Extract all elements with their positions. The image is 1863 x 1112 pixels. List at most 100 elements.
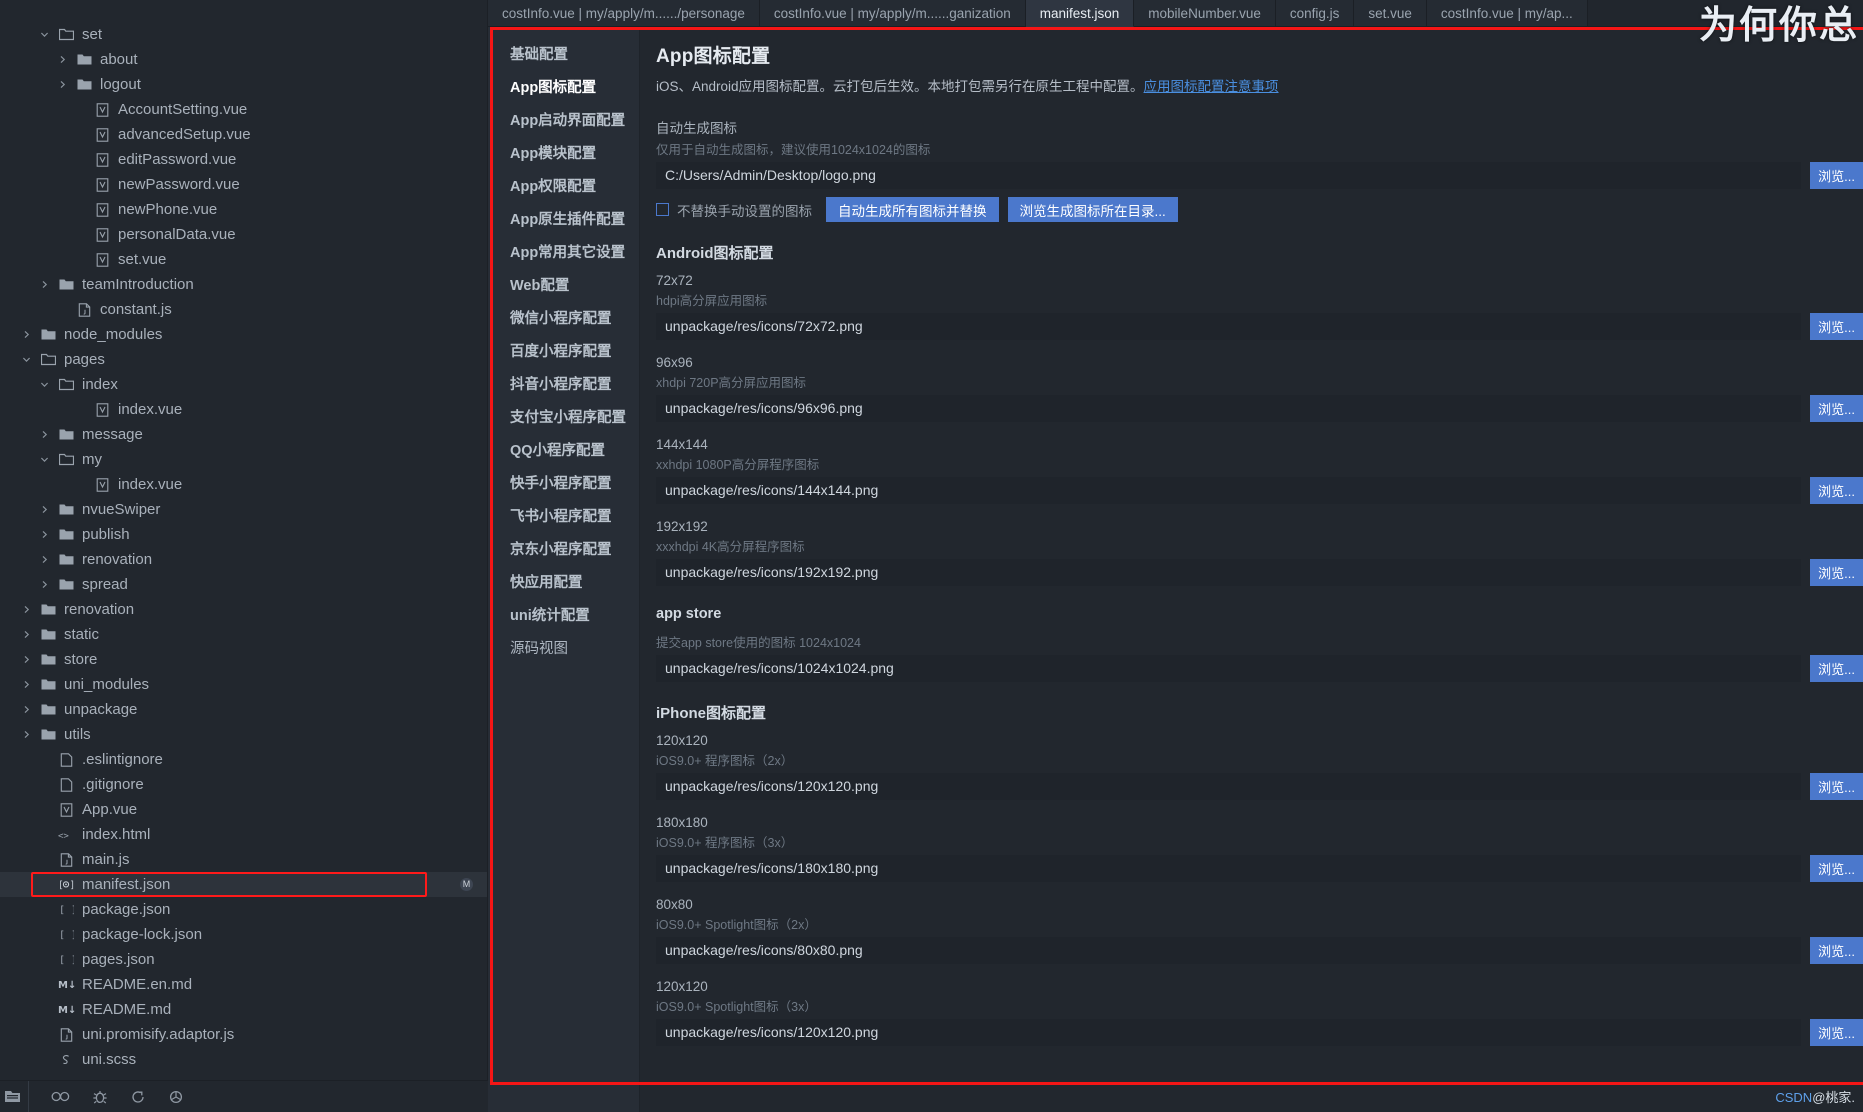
tree-item[interactable]: index.vue <box>0 397 487 422</box>
search-icon[interactable] <box>51 1089 70 1104</box>
debug-icon[interactable] <box>92 1089 108 1105</box>
tree-item[interactable]: [] manifest.json M <box>0 872 487 897</box>
chevron-down-icon[interactable] <box>40 380 56 389</box>
chevron-down-icon[interactable] <box>22 355 38 364</box>
tree-item[interactable]: App.vue <box>0 797 487 822</box>
tree-item[interactable]: main.js <box>0 847 487 872</box>
chevron-right-icon[interactable] <box>22 630 38 639</box>
editor-tab-bar[interactable]: costInfo.vue | my/apply/m....../personag… <box>488 0 1863 27</box>
editor-tab[interactable]: costInfo.vue | my/apply/m....../personag… <box>488 0 760 27</box>
tree-item[interactable]: pages <box>0 347 487 372</box>
tree-item[interactable]: .eslintignore <box>0 747 487 772</box>
icon-browse-button[interactable]: 浏览... <box>1810 559 1863 586</box>
tree-item[interactable]: personalData.vue <box>0 222 487 247</box>
chevron-down-icon[interactable] <box>40 30 56 39</box>
open-icons-directory-button[interactable]: 浏览生成图标所在目录... <box>1007 197 1178 222</box>
auto-generate-browse-button[interactable]: 浏览... <box>1810 162 1863 189</box>
tree-item[interactable]: store <box>0 647 487 672</box>
chevron-right-icon[interactable] <box>40 505 56 514</box>
icon-path-input[interactable] <box>656 1019 1802 1046</box>
share-icon[interactable] <box>130 1089 146 1105</box>
explorer-icon[interactable] <box>0 1089 24 1104</box>
chevron-right-icon[interactable] <box>40 280 56 289</box>
editor-tab[interactable]: manifest.json <box>1025 0 1135 27</box>
manifest-nav-item[interactable]: 抖音小程序配置 <box>488 367 639 400</box>
manifest-nav-item[interactable]: 基础配置 <box>488 37 639 70</box>
editor-tab[interactable]: costInfo.vue | my/apply/m......ganizatio… <box>759 0 1026 27</box>
icon-browse-button[interactable]: 浏览... <box>1810 313 1863 340</box>
icon-browse-button[interactable]: 浏览... <box>1810 655 1863 682</box>
auto-generate-source-input[interactable] <box>656 162 1802 189</box>
manifest-nav-item[interactable]: 百度小程序配置 <box>488 334 639 367</box>
chevron-right-icon[interactable] <box>22 705 38 714</box>
chevron-right-icon[interactable] <box>40 580 56 589</box>
manifest-nav-item[interactable]: App图标配置 <box>488 70 639 103</box>
icon-path-input[interactable] <box>656 477 1802 504</box>
chevron-right-icon[interactable] <box>40 430 56 439</box>
chevron-right-icon[interactable] <box>22 680 38 689</box>
chevron-right-icon[interactable] <box>22 330 38 339</box>
tree-item[interactable]: constant.js <box>0 297 487 322</box>
tree-item[interactable]: M↓ README.en.md <box>0 972 487 997</box>
chevron-right-icon[interactable] <box>58 80 74 89</box>
tree-item[interactable]: message <box>0 422 487 447</box>
editor-tab[interactable]: set.vue <box>1354 0 1427 27</box>
icon-browse-button[interactable]: 浏览... <box>1810 477 1863 504</box>
tree-item[interactable]: about <box>0 47 487 72</box>
manifest-nav-item[interactable]: 支付宝小程序配置 <box>488 400 639 433</box>
manifest-nav-item[interactable]: 京东小程序配置 <box>488 532 639 565</box>
generate-all-icons-button[interactable]: 自动生成所有图标并替换 <box>826 197 999 222</box>
manifest-nav-item[interactable]: 飞书小程序配置 <box>488 499 639 532</box>
manifest-nav-item[interactable]: QQ小程序配置 <box>488 433 639 466</box>
tree-item[interactable]: static <box>0 622 487 647</box>
icon-path-input[interactable] <box>656 855 1802 882</box>
manifest-nav-item[interactable]: App常用其它设置 <box>488 235 639 268</box>
icon-browse-button[interactable]: 浏览... <box>1810 773 1863 800</box>
keep-manual-icons-checkbox-wrap[interactable]: 不替换手动设置的图标 <box>656 200 812 220</box>
editor-tab[interactable]: config.js <box>1275 0 1355 27</box>
file-tree[interactable]: set about logout AccountSetting.vue advanced… <box>0 0 487 1080</box>
manifest-nav-item[interactable]: 源码视图 <box>488 631 639 664</box>
tree-item[interactable]: newPassword.vue <box>0 172 487 197</box>
icon-browse-button[interactable]: 浏览... <box>1810 855 1863 882</box>
tree-item[interactable]: logout <box>0 72 487 97</box>
icon-path-input[interactable] <box>656 559 1802 586</box>
icon-path-input[interactable] <box>656 655 1802 682</box>
tree-item[interactable]: renovation <box>0 547 487 572</box>
manifest-nav-item[interactable]: App模块配置 <box>488 136 639 169</box>
chevron-right-icon[interactable] <box>22 605 38 614</box>
manifest-nav-item[interactable]: App原生插件配置 <box>488 202 639 235</box>
tree-item[interactable]: [ ] package-lock.json <box>0 922 487 947</box>
chevron-right-icon[interactable] <box>22 655 38 664</box>
tree-item[interactable]: node_modules <box>0 322 487 347</box>
tree-item[interactable]: index.vue <box>0 472 487 497</box>
icon-browse-button[interactable]: 浏览... <box>1810 1019 1863 1046</box>
tree-item[interactable]: <> index.html <box>0 822 487 847</box>
chevron-right-icon[interactable] <box>40 530 56 539</box>
manifest-nav-item[interactable]: 快应用配置 <box>488 565 639 598</box>
plugin-icon[interactable] <box>168 1089 184 1105</box>
manifest-nav-item[interactable]: Web配置 <box>488 268 639 301</box>
manifest-nav-item[interactable]: 微信小程序配置 <box>488 301 639 334</box>
chevron-right-icon[interactable] <box>58 55 74 64</box>
tree-item[interactable]: advancedSetup.vue <box>0 122 487 147</box>
icon-path-input[interactable] <box>656 395 1802 422</box>
icon-path-input[interactable] <box>656 937 1802 964</box>
manifest-nav-item[interactable]: 快手小程序配置 <box>488 466 639 499</box>
tree-item[interactable]: uni_modules <box>0 672 487 697</box>
tree-item[interactable]: set.vue <box>0 247 487 272</box>
editor-tab[interactable]: costInfo.vue | my/ap... <box>1426 0 1588 27</box>
tree-item[interactable]: renovation <box>0 597 487 622</box>
tree-item[interactable]: publish <box>0 522 487 547</box>
icon-browse-button[interactable]: 浏览... <box>1810 395 1863 422</box>
chevron-right-icon[interactable] <box>40 555 56 564</box>
tree-item[interactable]: my <box>0 447 487 472</box>
editor-tab[interactable]: mobileNumber.vue <box>1134 0 1276 27</box>
icon-path-input[interactable] <box>656 773 1802 800</box>
tree-item[interactable]: uni.promisify.adaptor.js <box>0 1022 487 1047</box>
tree-item[interactable]: AccountSetting.vue <box>0 97 487 122</box>
tree-item[interactable]: editPassword.vue <box>0 147 487 172</box>
icon-path-input[interactable] <box>656 313 1802 340</box>
tree-item[interactable]: uni.scss <box>0 1047 487 1072</box>
manifest-nav-item[interactable]: App权限配置 <box>488 169 639 202</box>
